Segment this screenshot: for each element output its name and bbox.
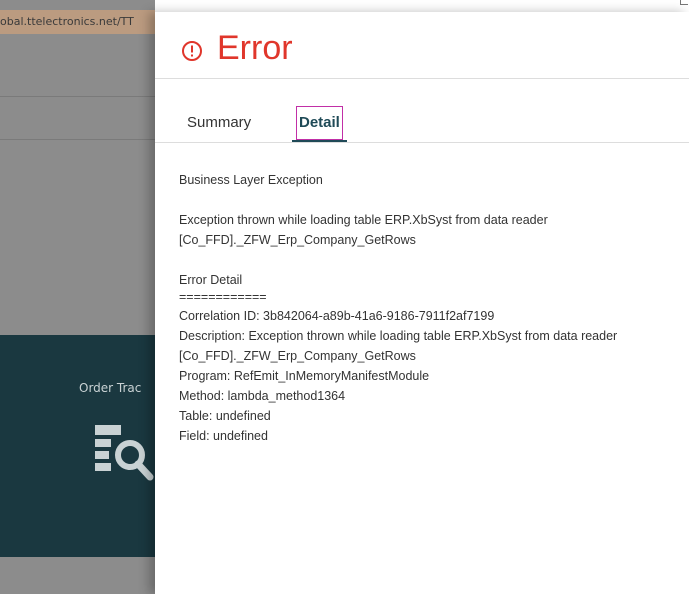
detail-line: Description: Exception thrown while load… bbox=[179, 329, 618, 343]
detail-line: Exception thrown while loading table ERP… bbox=[179, 213, 548, 227]
tab-summary[interactable]: Summary bbox=[187, 104, 251, 140]
detail-line: [Co_FFD]._ZFW_Erp_Company_GetRows bbox=[179, 349, 416, 363]
detail-line: Correlation ID: 3b842064-a89b-41a6-9186-… bbox=[179, 309, 495, 323]
dialog-header: Error bbox=[155, 12, 689, 78]
detail-line: Error Detail bbox=[179, 273, 243, 287]
dialog-tabs: Summary Detail bbox=[155, 104, 689, 144]
error-circle-icon bbox=[182, 41, 202, 61]
screen: obal.ttelectronics.net/TT Order Trac Err… bbox=[0, 0, 689, 594]
detail-line: Program: RefEmit_InMemoryManifestModule bbox=[179, 369, 430, 383]
detail-separator: ============ bbox=[179, 290, 267, 304]
tile-label: Order Trac bbox=[79, 381, 142, 395]
error-dialog: Error Summary Detail Business Layer Exce… bbox=[155, 12, 689, 594]
panel-top-strip bbox=[155, 0, 689, 12]
error-detail-text: Business Layer Exception Exception throw… bbox=[179, 170, 679, 446]
detail-line: Table: undefined bbox=[179, 409, 271, 423]
header-divider bbox=[155, 78, 689, 79]
detail-line: [Co_FFD]._ZFW_Erp_Company_GetRows bbox=[179, 233, 416, 247]
detail-line: Field: undefined bbox=[179, 429, 268, 443]
tab-detail[interactable]: Detail bbox=[296, 106, 343, 140]
background-app: obal.ttelectronics.net/TT Order Trac bbox=[0, 0, 155, 594]
dialog-title: Error bbox=[217, 29, 293, 67]
detail-line: Method: lambda_method1364 bbox=[179, 389, 346, 403]
window-corner-mark bbox=[680, 0, 688, 5]
background-divider bbox=[0, 139, 155, 140]
table-search-icon bbox=[95, 425, 154, 481]
detail-line: Business Layer Exception bbox=[179, 173, 323, 187]
url-bar: obal.ttelectronics.net/TT bbox=[0, 10, 155, 34]
background-divider bbox=[0, 96, 155, 97]
tabs-divider bbox=[155, 142, 689, 143]
